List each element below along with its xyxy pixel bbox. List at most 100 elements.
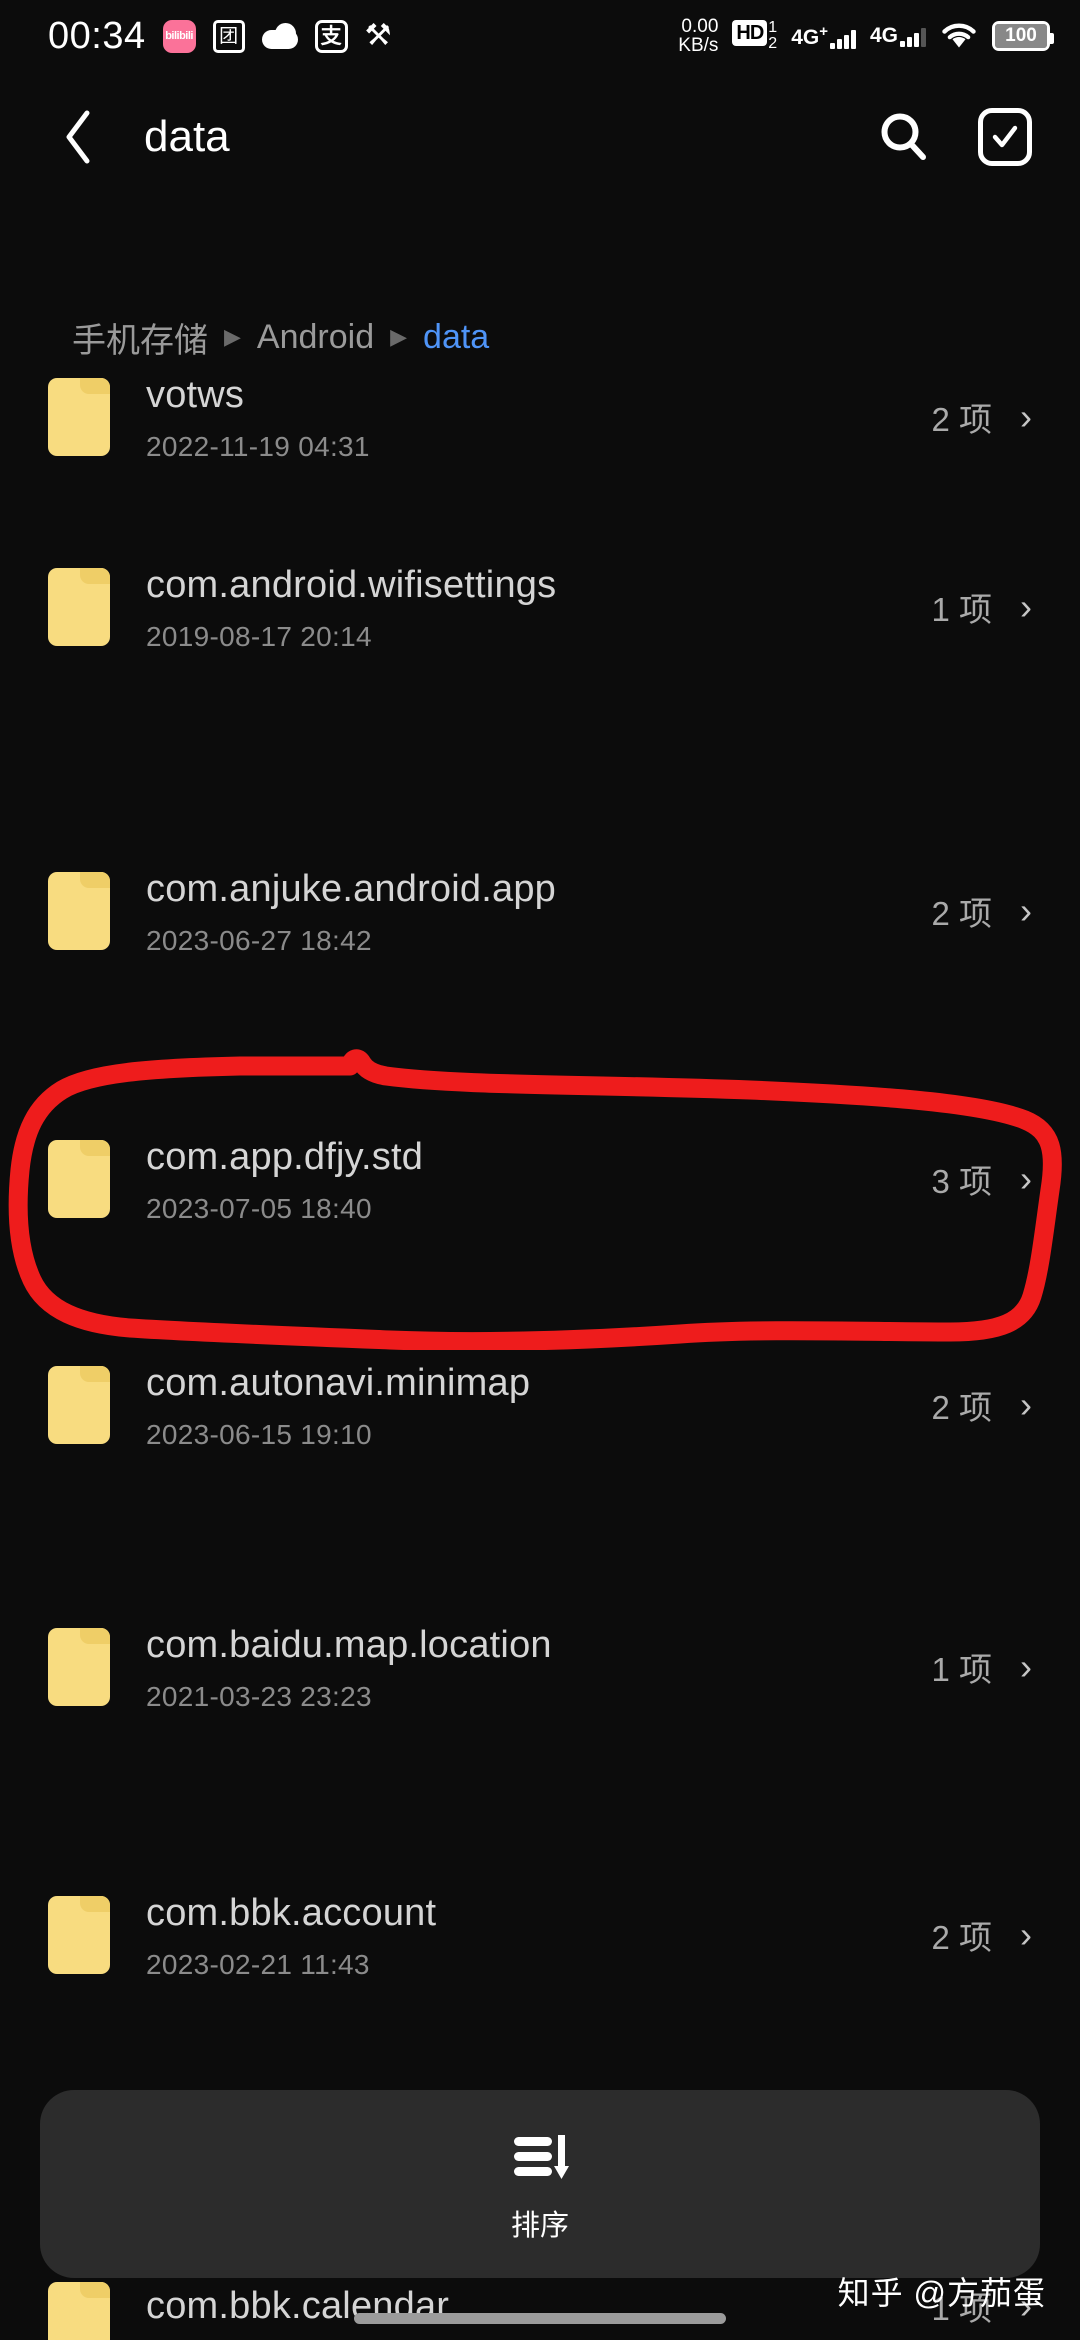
file-meta: 1 项 › xyxy=(931,583,1032,631)
sort-icon xyxy=(508,2124,572,2188)
file-item-count: 2 项 xyxy=(931,895,992,932)
file-date: 2023-06-27 18:42 xyxy=(146,925,372,957)
file-meta: 2 项 › xyxy=(931,393,1032,441)
file-list[interactable]: votws 2022-11-19 04:31 2 项 › com.android… xyxy=(0,376,1080,2340)
meituan-icon: 团 xyxy=(212,19,245,53)
battery-percent: 100 xyxy=(995,24,1047,48)
hd-sim-numbers: 1 2 xyxy=(768,20,777,52)
gesture-nav-bar[interactable] xyxy=(354,2313,726,2324)
file-meta: 2 项 › xyxy=(931,1381,1032,1429)
network-speed-unit: KB/s xyxy=(678,35,719,56)
file-name: votws xyxy=(146,376,245,416)
weather-cloud-icon xyxy=(261,23,298,49)
chevron-right-icon: › xyxy=(1020,1645,1032,1687)
file-item-count: 3 项 xyxy=(931,1163,992,1200)
chevron-right-icon: › xyxy=(1020,889,1032,931)
breadcrumb-item-storage[interactable]: 手机存储 xyxy=(72,313,208,362)
file-item-count: 2 项 xyxy=(931,1389,992,1426)
file-item-count: 1 项 xyxy=(931,1651,992,1688)
status-clock: 00:34 xyxy=(48,14,146,57)
file-item-count: 2 项 xyxy=(931,401,992,438)
breadcrumb: 手机存储 ▶ Android ▶ data xyxy=(0,308,1080,366)
sim1-network-label: 4G+ xyxy=(791,22,828,49)
file-name: com.android.wifisettings xyxy=(146,563,557,606)
app-bar-actions xyxy=(876,108,1032,166)
file-name: com.bbk.account xyxy=(146,1891,437,1934)
table-row[interactable]: com.autonavi.minimap 2023-06-15 19:10 2 … xyxy=(0,1328,1080,1482)
file-item-count: 1 项 xyxy=(931,591,992,628)
watermark: 知乎 @方茄蛋 xyxy=(837,2275,1046,2311)
hd-sim-2: 2 xyxy=(768,35,778,52)
file-meta: 2 项 › xyxy=(931,887,1032,935)
phone-screen: 00:34 bilibili 团 支 ⚒ 0.00 KB/s HD 1 2 4G… xyxy=(0,0,1080,2340)
network-speed-value: 0.00 xyxy=(681,15,719,37)
table-row[interactable]: com.anjuke.android.app 2023-06-27 18:42 … xyxy=(0,798,1080,1024)
status-bar: 00:34 bilibili 团 支 ⚒ 0.00 KB/s HD 1 2 4G… xyxy=(0,0,1080,72)
network-speed-indicator: 0.00 KB/s xyxy=(678,15,719,56)
sim2-network-label: 4G xyxy=(869,24,898,47)
file-info: com.baidu.map.location 2021-03-23 23:23 xyxy=(146,1621,931,1714)
status-bar-right: 0.00 KB/s HD 1 2 4G+ 4G 100 xyxy=(678,15,1054,56)
file-date: 2023-07-05 18:40 xyxy=(146,1193,372,1225)
file-info: votws 2022-11-19 04:31 xyxy=(146,376,931,463)
folder-icon xyxy=(48,872,110,950)
chevron-right-icon: › xyxy=(1020,585,1032,627)
file-name: com.baidu.map.location xyxy=(146,1623,552,1666)
file-name: com.anjuke.android.app xyxy=(146,867,557,910)
table-row[interactable]: com.bbk.account 2023-02-21 11:43 2 项 › xyxy=(0,1858,1080,2012)
hd-sim-1: 1 xyxy=(768,19,778,36)
back-button[interactable] xyxy=(48,107,108,167)
battery-icon: 100 xyxy=(992,21,1054,51)
file-name: com.app.dfjy.std xyxy=(146,1135,424,1178)
sim2-signal-bars xyxy=(900,28,926,47)
file-meta: 3 项 › xyxy=(931,1155,1032,1203)
file-date: 2019-08-17 20:14 xyxy=(146,621,372,653)
tools-icon: ⚒ xyxy=(364,19,392,52)
folder-icon xyxy=(48,378,110,456)
file-info: com.bbk.account 2023-02-21 11:43 xyxy=(146,1889,931,1982)
wifi-icon xyxy=(940,22,978,50)
breadcrumb-separator-icon: ▶ xyxy=(390,324,408,349)
sim1-signal-icon: 4G+ xyxy=(791,24,856,49)
breadcrumb-item-android[interactable]: Android xyxy=(257,318,374,357)
file-meta: 2 项 › xyxy=(931,1911,1032,1959)
folder-icon xyxy=(48,568,110,646)
chevron-right-icon: › xyxy=(1020,1913,1032,1955)
breadcrumb-separator-icon: ▶ xyxy=(224,324,241,349)
table-row[interactable]: com.android.wifisettings 2019-08-17 20:1… xyxy=(0,494,1080,720)
file-date: 2022-11-19 04:31 xyxy=(146,431,370,463)
file-date: 2021-03-23 23:23 xyxy=(146,1681,372,1713)
chevron-right-icon: › xyxy=(1020,1157,1032,1199)
table-row[interactable]: com.baidu.map.location 2021-03-23 23:23 … xyxy=(0,1554,1080,1780)
folder-icon xyxy=(48,1896,110,1974)
folder-icon xyxy=(48,2282,110,2340)
file-info: com.app.dfjy.std 2023-07-05 18:40 xyxy=(146,1133,931,1226)
page-title: data xyxy=(144,112,230,161)
hd-label: HD xyxy=(732,20,768,46)
folder-icon xyxy=(48,1628,110,1706)
file-date: 2023-06-15 19:10 xyxy=(146,1419,372,1451)
table-row[interactable]: votws 2022-11-19 04:31 2 项 › xyxy=(0,376,1080,494)
file-date: 2023-02-21 11:43 xyxy=(146,1949,370,1981)
file-info: com.autonavi.minimap 2023-06-15 19:10 xyxy=(146,1359,931,1452)
breadcrumb-item-data[interactable]: data xyxy=(423,318,489,357)
folder-icon xyxy=(48,1140,110,1218)
sort-button-label: 排序 xyxy=(510,2210,569,2242)
file-meta: 1 项 › xyxy=(931,1643,1032,1691)
file-name: com.autonavi.minimap xyxy=(146,1361,531,1404)
sort-button[interactable]: 排序 xyxy=(40,2090,1040,2278)
folder-icon xyxy=(48,1366,110,1444)
status-bar-left: 00:34 bilibili 团 支 ⚒ xyxy=(48,15,392,58)
file-item-count: 2 项 xyxy=(931,1919,992,1956)
file-info: com.anjuke.android.app 2023-06-27 18:42 xyxy=(146,865,931,958)
file-info: com.android.wifisettings 2019-08-17 20:1… xyxy=(146,561,931,654)
chevron-right-icon: › xyxy=(1020,395,1032,437)
volte-hd-icon: HD 1 2 xyxy=(732,20,777,52)
sim1-signal-bars xyxy=(829,29,856,49)
chevron-right-icon: › xyxy=(1020,1383,1032,1425)
alipay-icon: 支 xyxy=(314,19,348,53)
sim2-signal-icon: 4G xyxy=(870,25,926,47)
search-icon[interactable] xyxy=(876,109,932,165)
table-row-highlighted[interactable]: com.app.dfjy.std 2023-07-05 18:40 3 项 › xyxy=(0,1102,1080,1256)
select-all-icon[interactable] xyxy=(978,108,1032,166)
